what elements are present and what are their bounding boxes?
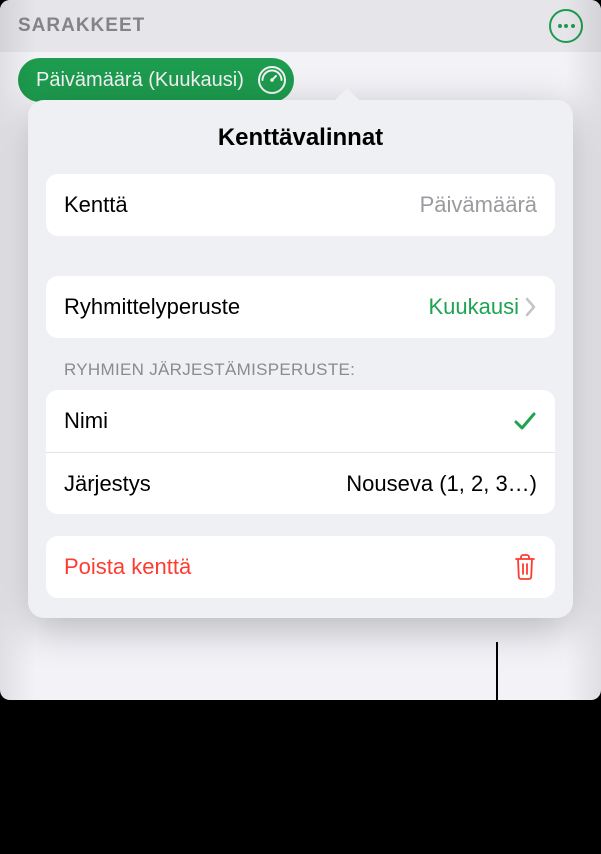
field-options-popover: Kenttävalinnat Kenttä Päivämäärä Ryhmitt… bbox=[28, 100, 573, 618]
pill-label: Päivämäärä (Kuukausi) bbox=[36, 69, 244, 92]
callout-line bbox=[496, 642, 498, 782]
delete-field-button[interactable]: Poista kenttä bbox=[46, 536, 555, 598]
delete-label: Poista kenttä bbox=[64, 554, 191, 580]
header-title: SARAKKEET bbox=[18, 15, 145, 37]
field-row: Kenttä Päivämäärä bbox=[46, 174, 555, 236]
sort-order-value: Nouseva (1, 2, 3…) bbox=[346, 471, 537, 497]
chevron-right-icon bbox=[525, 297, 537, 317]
popover-title: Kenttävalinnat bbox=[46, 124, 555, 152]
field-value: Päivämäärä bbox=[420, 192, 537, 218]
sort-by-name-row[interactable]: Nimi bbox=[46, 390, 555, 452]
more-button[interactable] bbox=[549, 9, 583, 43]
group-by-row[interactable]: Ryhmittelyperuste Kuukausi bbox=[46, 276, 555, 338]
sort-order-label: Järjestys bbox=[64, 471, 151, 497]
sort-order-row[interactable]: Järjestys Nouseva (1, 2, 3…) bbox=[46, 452, 555, 514]
sort-section-label: RYHMIEN JÄRJESTÄMISPERUSTE: bbox=[46, 360, 555, 390]
group-by-label: Ryhmittelyperuste bbox=[64, 294, 240, 320]
sort-name-label: Nimi bbox=[64, 408, 108, 434]
ellipsis-icon bbox=[558, 24, 575, 28]
column-field-pill[interactable]: Päivämäärä (Kuukausi) bbox=[18, 58, 294, 102]
trash-icon bbox=[513, 553, 537, 581]
field-options-icon bbox=[254, 62, 290, 98]
checkmark-icon bbox=[513, 410, 537, 432]
group-by-value: Kuukausi bbox=[428, 294, 519, 320]
field-label: Kenttä bbox=[64, 192, 128, 218]
header-bar: SARAKKEET bbox=[0, 0, 601, 52]
